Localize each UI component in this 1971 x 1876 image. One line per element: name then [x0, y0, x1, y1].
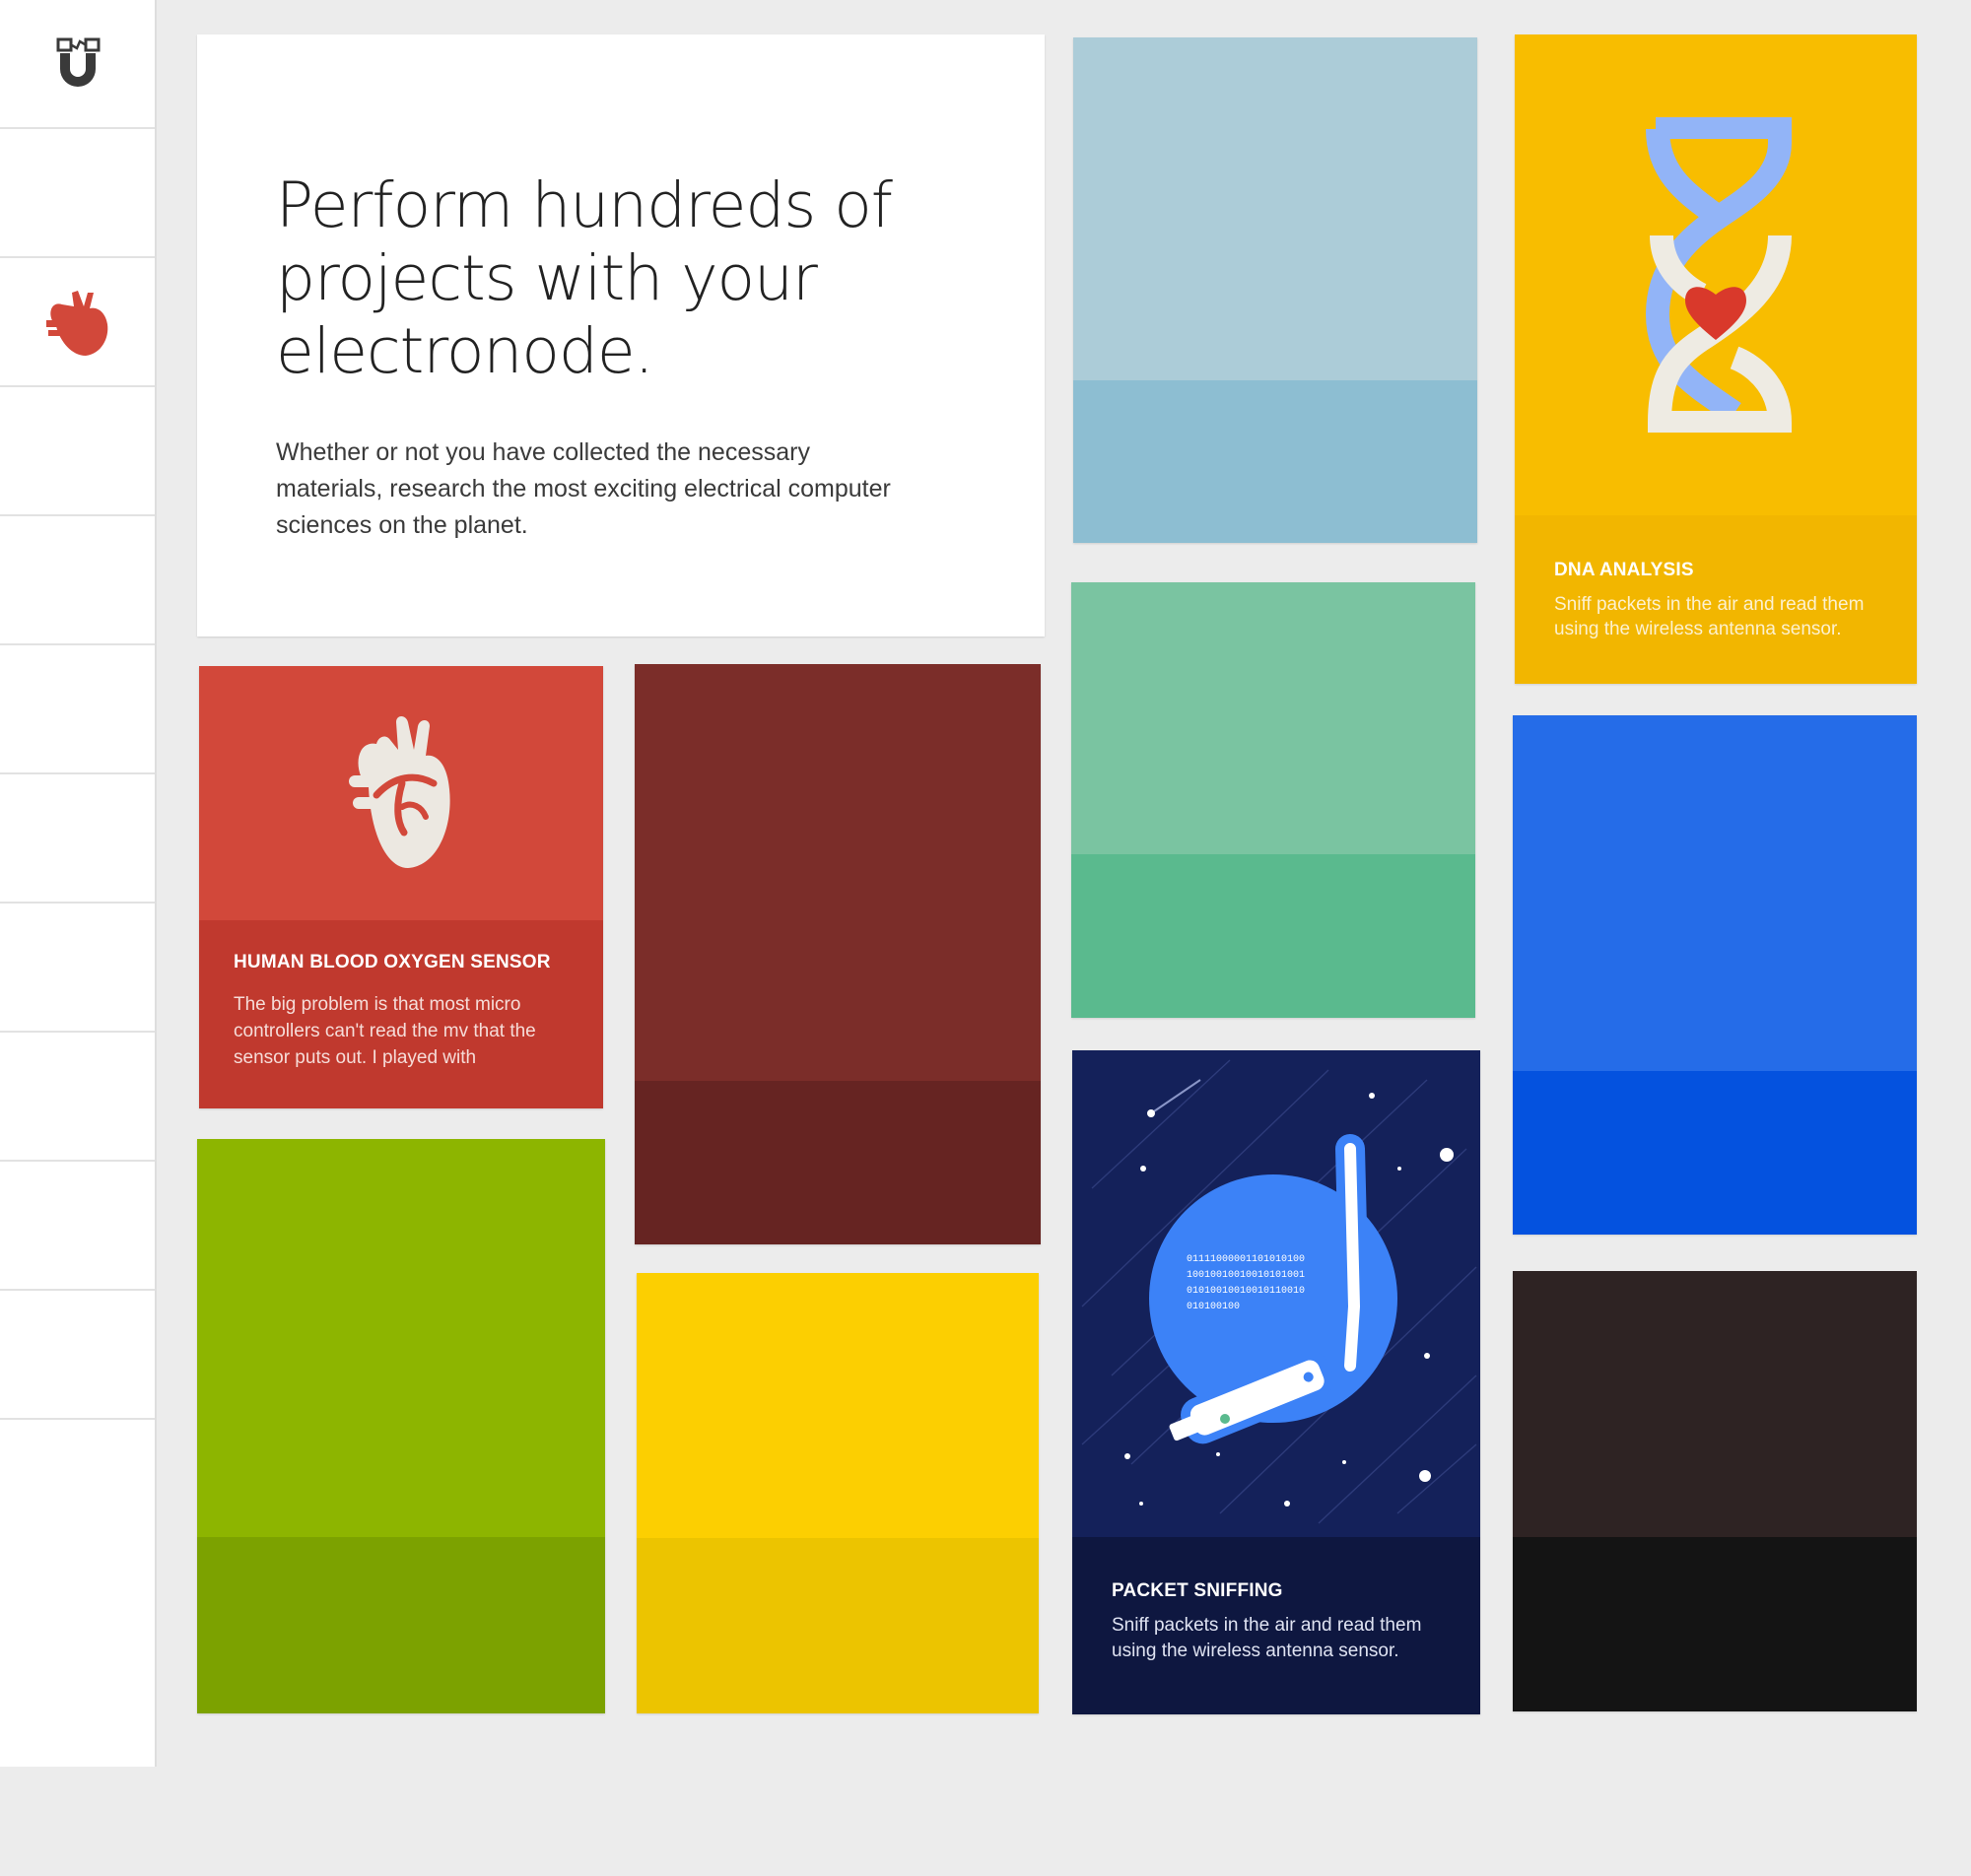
card-dark-red[interactable] — [635, 664, 1041, 1244]
card-title: PACKET SNIFFING — [1112, 1580, 1283, 1601]
sidebar-item-3[interactable] — [0, 387, 155, 516]
card-art: 01111000001101010100 1001001001001010100… — [1072, 1050, 1480, 1537]
heart-icon — [349, 716, 450, 868]
sidebar-item-10[interactable] — [0, 1291, 155, 1420]
card-packet-sniffing[interactable]: 01111000001101010100 1001001001001010100… — [1072, 1050, 1480, 1714]
binary-line-2: 10010010010010101001 — [1187, 1270, 1305, 1281]
card-description: Sniff packets in the air and read them u… — [1112, 1615, 1422, 1661]
sidebar-item-4[interactable] — [0, 516, 155, 645]
sidebar — [0, 0, 157, 1767]
card-description: The big problem is that most micro contr… — [234, 994, 536, 1068]
card-title: HUMAN BLOOD OXYGEN SENSOR — [234, 952, 551, 972]
magnet-logo-icon — [56, 37, 100, 87]
card-green[interactable] — [1071, 582, 1475, 1018]
card-band — [635, 1081, 1041, 1244]
card-olive[interactable] — [197, 1139, 605, 1713]
card-description: Sniff packets in the air and read them u… — [1554, 594, 1865, 639]
sidebar-item-1[interactable] — [0, 129, 155, 258]
sidebar-item-9[interactable] — [0, 1162, 155, 1291]
card-band — [1513, 1537, 1917, 1711]
sidebar-item-6[interactable] — [0, 774, 155, 904]
card-art — [199, 666, 603, 920]
hero-description: Whether or not you have collected the ne… — [276, 438, 891, 539]
binary-line-3: 01010010010010110010 — [1187, 1286, 1305, 1297]
heart-icon — [45, 290, 107, 356]
sidebar-item-5[interactable] — [0, 645, 155, 774]
card-dark-brown[interactable] — [1513, 1271, 1917, 1711]
card-yellow[interactable] — [637, 1273, 1039, 1713]
card-light-blue[interactable] — [1073, 37, 1477, 543]
binary-line-1: 01111000001101010100 — [1187, 1254, 1305, 1265]
sidebar-item-8[interactable] — [0, 1033, 155, 1162]
card-band — [197, 1537, 605, 1713]
card-art — [1515, 34, 1917, 515]
card-band — [1513, 1071, 1917, 1235]
card-band — [1071, 854, 1475, 1018]
sidebar-item-blood-oxygen[interactable] — [0, 258, 155, 387]
card-title: DNA ANALYSIS — [1554, 560, 1694, 580]
sidebar-logo[interactable] — [0, 0, 155, 129]
card-blue[interactable] — [1513, 715, 1917, 1235]
binary-line-4: 010100100 — [1187, 1302, 1240, 1312]
sidebar-item-7[interactable] — [0, 904, 155, 1033]
wireless-antenna-icon: 01111000001101010100 1001001001001010100… — [1081, 1059, 1477, 1524]
dna-icon — [1645, 117, 1793, 433]
page-title: Perform hundreds of projects with your e… — [276, 169, 893, 387]
card-band — [637, 1538, 1039, 1713]
card-band — [1073, 380, 1477, 543]
card-dna-analysis[interactable]: DNA ANALYSIS Sniff packets in the air an… — [1515, 34, 1917, 684]
card-blood-oxygen[interactable]: HUMAN BLOOD OXYGEN SENSOR The big proble… — [199, 666, 603, 1108]
